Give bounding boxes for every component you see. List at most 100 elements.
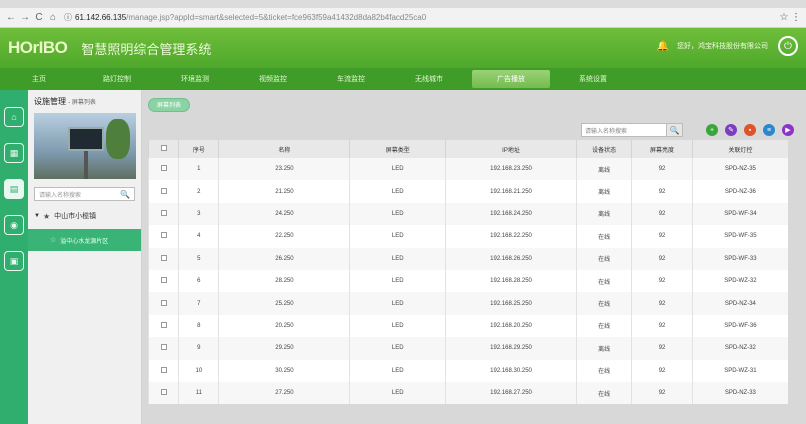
table-row[interactable]: 1 23.250 LED 192.168.23.250 离线 92 SPD-NZ-35: [147, 158, 788, 181]
nav-item[interactable]: 系统设置: [554, 68, 632, 90]
table-cell: 24.250: [218, 202, 350, 226]
home-icon[interactable]: ⌂: [4, 107, 24, 127]
table-cell: 20.250: [218, 314, 350, 338]
table-row[interactable]: 5 26.250 LED 192.168.26.250 在线 92 SPD-WF-33: [147, 247, 788, 270]
table-cell: 192.168.21.250: [445, 180, 577, 203]
row-checkbox[interactable]: [160, 299, 167, 306]
select-all-checkbox[interactable]: [160, 145, 167, 151]
table-row[interactable]: 2 21.250 LED 192.168.21.250 离线 92 SPD-NZ-36: [147, 180, 788, 203]
table-row[interactable]: 3 24.250 LED 192.168.24.250 离线 92 SPD-WF-34: [147, 202, 788, 226]
delete-icon[interactable]: ▪: [744, 124, 756, 136]
url-field[interactable]: ⓘ 61.142.66.135 /manage.jsp?appId=smart&…: [64, 11, 774, 25]
table-row[interactable]: 9 29.250 LED 192.168.29.250 离线 92 SPD-NZ-32: [147, 337, 788, 360]
table-cell: LED: [349, 269, 446, 293]
table-cell: SPD-WZ-31: [691, 359, 788, 382]
nav-item[interactable]: 广告播放: [472, 70, 550, 88]
table-cell: 6: [178, 269, 219, 293]
row-checkbox[interactable]: [160, 366, 167, 373]
table-row[interactable]: 6 28.250 LED 192.168.28.250 在线 92 SPD-WZ-32: [147, 269, 788, 293]
list-icon[interactable]: ≡: [763, 124, 775, 136]
row-checkbox-cell[interactable]: [147, 225, 179, 248]
nav-item[interactable]: 主页: [0, 68, 78, 90]
tree-root-node[interactable]: ▼ ★ 中山市小榄镇: [34, 211, 135, 221]
bell-icon[interactable]: 🔔: [657, 41, 669, 52]
row-checkbox-cell[interactable]: [147, 381, 179, 405]
add-icon[interactable]: +: [706, 124, 718, 136]
table-cell: LED: [349, 202, 446, 226]
table-row[interactable]: 7 25.250 LED 192.168.25.250 在线 92 SPD-NZ-34: [147, 292, 788, 315]
row-checkbox[interactable]: [160, 187, 167, 194]
table-cell: 离线: [575, 202, 632, 226]
map-icon[interactable]: ▦: [4, 143, 24, 163]
app-header: HOrIBO 智慧照明综合管理系统 🔔 您好，鸿宝科技股份有限公司 ⏻: [0, 28, 806, 68]
save-icon[interactable]: ▣: [4, 251, 24, 271]
play-icon[interactable]: ▶: [782, 124, 794, 136]
nav-item[interactable]: 无线城市: [390, 68, 468, 90]
tree-child-node[interactable]: ☆ 溢中心水龙源片区: [28, 229, 141, 251]
search-icon[interactable]: 🔍: [120, 190, 130, 199]
nav-item[interactable]: 车流监控: [312, 68, 390, 90]
back-icon[interactable]: ←: [4, 12, 18, 23]
row-checkbox-cell[interactable]: [147, 247, 179, 270]
table-row[interactable]: 4 22.250 LED 192.168.22.250 在线 92 SPD-WF-35: [147, 225, 788, 248]
table-cell: 离线: [575, 337, 632, 360]
caret-down-icon[interactable]: ▼: [34, 213, 40, 219]
main-nav: 主页 路灯控制 环境监测 视频监控 车流监控 无线城市 广告播放 系统设置: [0, 68, 806, 90]
row-checkbox-cell[interactable]: [147, 180, 179, 203]
row-checkbox[interactable]: [160, 254, 167, 261]
row-checkbox[interactable]: [160, 165, 167, 172]
table-cell: 192.168.30.250: [445, 359, 577, 382]
row-checkbox-cell[interactable]: [147, 292, 179, 315]
logout-power-icon[interactable]: ⏻: [778, 36, 798, 56]
nav-item[interactable]: 环境监测: [156, 68, 234, 90]
row-checkbox-cell[interactable]: [147, 202, 179, 226]
table-cell: 在线: [575, 225, 632, 248]
table-row[interactable]: 10 30.250 LED 192.168.30.250 在线 92 SPD-WZ-31: [147, 359, 788, 382]
table-row[interactable]: 11 27.250 LED 192.168.27.250 在线 92 SPD-NZ-33: [147, 381, 788, 405]
table-row[interactable]: 8 20.250 LED 192.168.20.250 在线 92 SPD-WF-36: [147, 314, 788, 338]
row-checkbox[interactable]: [160, 344, 167, 351]
row-checkbox[interactable]: [160, 277, 167, 284]
table-search-input[interactable]: 请输入名称搜索: [581, 123, 667, 137]
toolbar-actions: + ✎ ▪ ≡ ▶: [699, 124, 794, 136]
table-cell: LED: [349, 247, 446, 270]
forward-icon[interactable]: →: [18, 12, 32, 23]
table-cell: 在线: [575, 292, 632, 315]
reload-icon[interactable]: C: [32, 12, 46, 23]
table-cell: 192.168.20.250: [445, 314, 577, 338]
table-cell: 92: [631, 247, 693, 270]
row-checkbox[interactable]: [160, 321, 167, 328]
side-search-input[interactable]: 请输入名称搜索 🔍: [34, 187, 135, 201]
nav-item[interactable]: 路灯控制: [78, 68, 156, 90]
bookmark-star-icon[interactable]: ☆: [778, 12, 790, 23]
nav-item[interactable]: 视频监控: [234, 68, 312, 90]
table-cell: 92: [631, 359, 693, 382]
edit-icon[interactable]: ✎: [725, 124, 737, 136]
home-icon[interactable]: ⌂: [46, 12, 60, 23]
eye-icon[interactable]: ◉: [4, 215, 24, 235]
table-cell: 11: [178, 381, 219, 405]
row-checkbox[interactable]: [160, 232, 167, 239]
clipboard-icon[interactable]: ▤: [4, 179, 24, 199]
table-cell: 在线: [575, 381, 632, 405]
row-checkbox-cell[interactable]: [147, 269, 179, 293]
row-checkbox[interactable]: [160, 209, 167, 216]
table-cell: 192.168.27.250: [445, 381, 577, 405]
tab-screen-list[interactable]: 屏幕列表: [148, 98, 191, 112]
side-panel: 设施管理 - 屏幕列表 请输入名称搜索 🔍 ▼ ★ 中山市小榄镇 ☆ 溢中心水龙…: [28, 90, 142, 424]
browser-address-bar: ← → C ⌂ ⓘ 61.142.66.135 /manage.jsp?appI…: [0, 8, 806, 28]
column-header: IP地址: [445, 140, 577, 158]
row-checkbox-cell[interactable]: [147, 314, 179, 338]
row-checkbox-cell[interactable]: [147, 337, 179, 360]
row-checkbox-cell[interactable]: [147, 359, 179, 382]
billboard-photo: [34, 113, 136, 179]
table-search-button[interactable]: 🔍: [667, 123, 683, 137]
table-cell: 4: [178, 225, 219, 248]
table-cell: 26.250: [218, 247, 350, 270]
row-checkbox-cell[interactable]: [147, 158, 179, 181]
table-cell: LED: [349, 337, 446, 360]
table-cell: SPD-NZ-33: [691, 381, 788, 405]
browser-menu-icon[interactable]: ⋮: [790, 12, 802, 23]
row-checkbox[interactable]: [160, 389, 167, 396]
select-all-cell[interactable]: [147, 140, 179, 158]
